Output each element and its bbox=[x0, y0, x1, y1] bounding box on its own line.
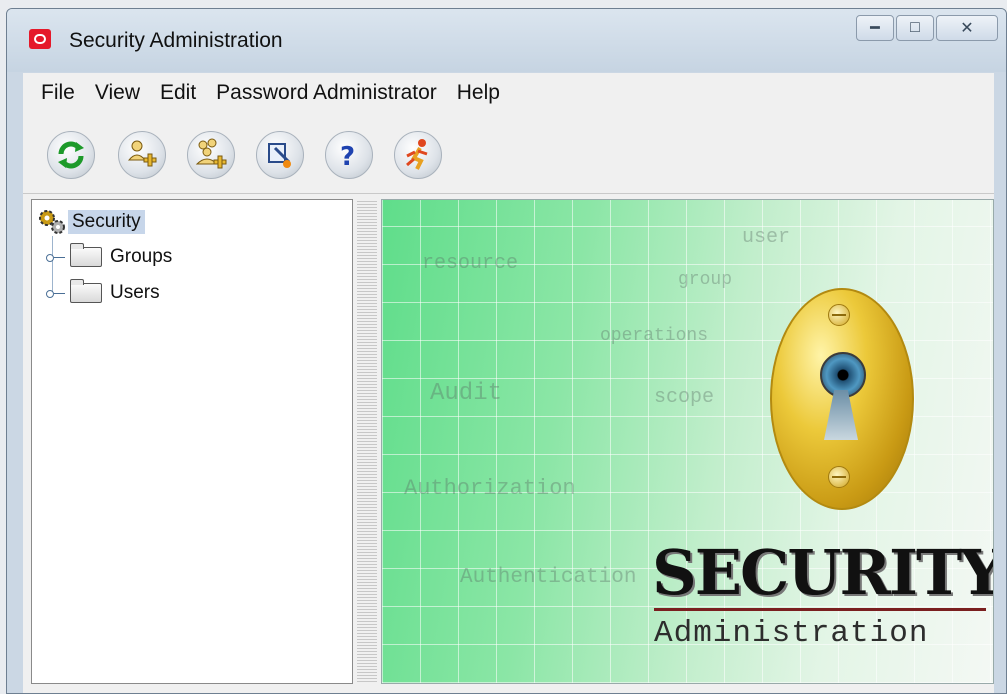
refresh-icon bbox=[58, 141, 84, 169]
refresh-button[interactable] bbox=[47, 131, 95, 179]
menu-view[interactable]: View bbox=[95, 81, 140, 105]
tree-node-label: Groups bbox=[110, 246, 173, 267]
keyhole-slot bbox=[824, 390, 858, 440]
security-tree[interactable]: Security Groups Users bbox=[31, 199, 353, 684]
add-user-icon bbox=[127, 140, 157, 167]
banner-divider bbox=[654, 608, 986, 611]
toolbar: ? bbox=[23, 113, 994, 194]
menu-file[interactable]: File bbox=[41, 81, 75, 105]
screw-icon bbox=[828, 304, 850, 326]
banner-word-authorization: Authorization bbox=[404, 476, 576, 501]
tree-node-users[interactable]: Users bbox=[46, 278, 160, 308]
title-bar[interactable]: Security Administration ━ □ ✕ bbox=[7, 9, 1006, 72]
window-title: Security Administration bbox=[69, 29, 283, 52]
add-group-icon bbox=[195, 138, 227, 169]
pane-splitter[interactable] bbox=[357, 199, 377, 684]
menu-password-administrator[interactable]: Password Administrator bbox=[216, 81, 437, 105]
security-gears-icon bbox=[39, 210, 65, 234]
keyhole-lock-icon bbox=[770, 288, 914, 510]
security-banner: user resource group operations Audit sco… bbox=[381, 199, 994, 684]
banner-word-authentication: Authentication bbox=[460, 566, 637, 589]
banner-word-scope: scope bbox=[654, 386, 715, 409]
screw-icon bbox=[828, 466, 850, 488]
menu-edit[interactable]: Edit bbox=[160, 81, 196, 105]
banner-word-resource: resource bbox=[422, 252, 519, 275]
close-icon: ✕ bbox=[960, 20, 974, 37]
edit-button[interactable] bbox=[256, 131, 304, 179]
folder-icon bbox=[70, 279, 102, 303]
maximize-button[interactable]: □ bbox=[896, 15, 934, 41]
content-area: Security Groups Users user resource grou… bbox=[23, 194, 994, 693]
svg-text:?: ? bbox=[340, 142, 355, 172]
banner-title: SECURITY bbox=[652, 536, 994, 609]
tree-node-label: Users bbox=[110, 282, 160, 303]
edit-icon bbox=[268, 143, 291, 168]
banner-word-operations: operations bbox=[600, 326, 709, 346]
banner-word-group: group bbox=[678, 270, 733, 290]
folder-icon bbox=[70, 243, 102, 267]
expand-handle-icon[interactable] bbox=[46, 288, 66, 298]
maximize-icon: □ bbox=[910, 19, 920, 36]
add-group-button[interactable] bbox=[187, 131, 235, 179]
banner-subtitle: Administration bbox=[654, 616, 929, 651]
tree-root-label: Security bbox=[68, 210, 145, 234]
window-controls: ━ □ ✕ bbox=[854, 15, 998, 43]
minimize-button[interactable]: ━ bbox=[856, 15, 894, 41]
minimize-icon: ━ bbox=[870, 20, 880, 37]
menu-help[interactable]: Help bbox=[457, 81, 500, 105]
exit-icon bbox=[406, 139, 428, 170]
banner-word-audit: Audit bbox=[430, 380, 503, 407]
help-icon: ? bbox=[340, 142, 355, 172]
tree-node-groups[interactable]: Groups bbox=[46, 242, 172, 272]
add-user-button[interactable] bbox=[118, 131, 166, 179]
security-administration-window: Security Administration ━ □ ✕ File View … bbox=[6, 8, 1007, 694]
help-button[interactable]: ? bbox=[325, 131, 373, 179]
oracle-app-icon bbox=[29, 29, 51, 49]
exit-button[interactable] bbox=[394, 131, 442, 179]
close-button[interactable]: ✕ bbox=[936, 15, 998, 41]
tree-root-security[interactable]: Security bbox=[36, 208, 145, 236]
expand-handle-icon[interactable] bbox=[46, 252, 66, 262]
banner-word-user: user bbox=[742, 226, 791, 249]
menu-bar: File View Edit Password Administrator He… bbox=[23, 73, 994, 113]
